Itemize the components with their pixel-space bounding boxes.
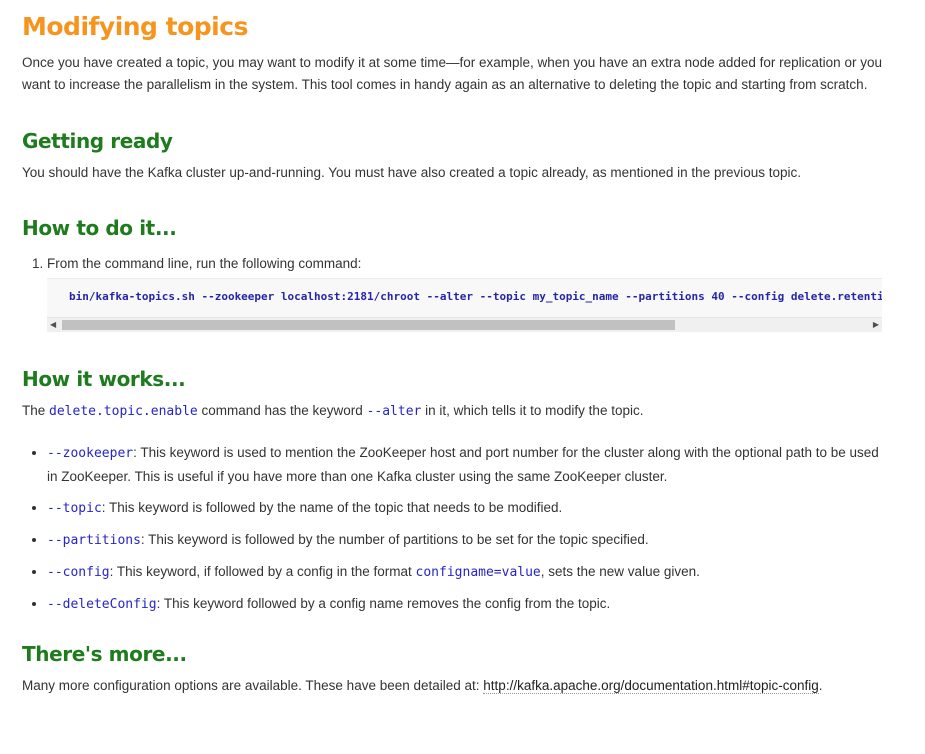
more-text: Many more configuration options are avai… — [22, 675, 882, 697]
intro-paragraph: Once you have created a topic, you may w… — [22, 55, 882, 92]
text-segment: . — [818, 678, 823, 693]
page: Modifying topics Once you have created a… — [0, 0, 925, 754]
text-segment: in it, which tells it to modify the topi… — [421, 403, 644, 418]
inline-code: --zookeeper — [47, 446, 134, 461]
scroll-thumb[interactable] — [62, 320, 675, 330]
keyword-list: --zookeeper: This keyword is used to men… — [22, 441, 882, 616]
command-code-block[interactable]: bin/kafka-topics.sh --zookeeper localhos… — [47, 278, 882, 332]
list-item-text: : This keyword followed by a config name… — [156, 596, 611, 611]
list-item: --topic: This keyword is followed by the… — [47, 496, 882, 520]
list-item-text: : This keyword is followed by the number… — [140, 532, 649, 547]
list-item-text: : This keyword, if followed by a config … — [109, 564, 416, 579]
how-it-works-text: The delete.topic.enable command has the … — [22, 400, 882, 423]
step-1: From the command line, run the following… — [47, 253, 882, 275]
horizontal-scrollbar[interactable]: ◀ ▶ — [47, 317, 882, 332]
text-segment: The — [22, 403, 50, 418]
scroll-left-icon[interactable]: ◀ — [50, 320, 56, 330]
inline-code: configname=value — [415, 565, 541, 580]
list-item: --config: This keyword, if followed by a… — [47, 560, 882, 584]
text-segment: command has the keyword — [197, 403, 367, 418]
inline-code: --deleteConfig — [47, 597, 157, 612]
heading-how-it-works: How it works... — [22, 367, 186, 391]
list-item: --zookeeper: This keyword is used to men… — [47, 441, 882, 488]
command-text: bin/kafka-topics.sh --zookeeper localhos… — [69, 290, 882, 303]
getting-ready-text: You should have the Kafka cluster up-and… — [22, 165, 801, 180]
inline-code: delete.topic.enable — [49, 404, 198, 419]
inline-code: --topic — [47, 501, 102, 516]
list-item: --partitions: This keyword is followed b… — [47, 528, 882, 552]
inline-code: --config — [47, 565, 110, 580]
heading-how-to: How to do it... — [22, 216, 177, 240]
topic-config-link[interactable]: http://kafka.apache.org/documentation.ht… — [483, 678, 819, 694]
inline-code: --alter — [366, 404, 422, 419]
heading-getting-ready: Getting ready — [22, 129, 173, 153]
heading-more: There's more... — [22, 642, 187, 666]
inline-code: --partitions — [47, 533, 141, 548]
scroll-right-icon[interactable]: ▶ — [873, 320, 879, 330]
text-segment: Many more configuration options are avai… — [22, 678, 484, 693]
page-title: Modifying topics — [22, 12, 248, 41]
steps-list: From the command line, run the following… — [22, 253, 882, 275]
list-item: --deleteConfig: This keyword followed by… — [47, 592, 882, 616]
article: Modifying topics Once you have created a… — [22, 0, 882, 697]
list-item-text: : This keyword is followed by the name o… — [101, 500, 563, 515]
list-item-text: : This keyword is used to mention the Zo… — [47, 445, 879, 484]
list-item-text: , sets the new value given. — [540, 564, 700, 579]
